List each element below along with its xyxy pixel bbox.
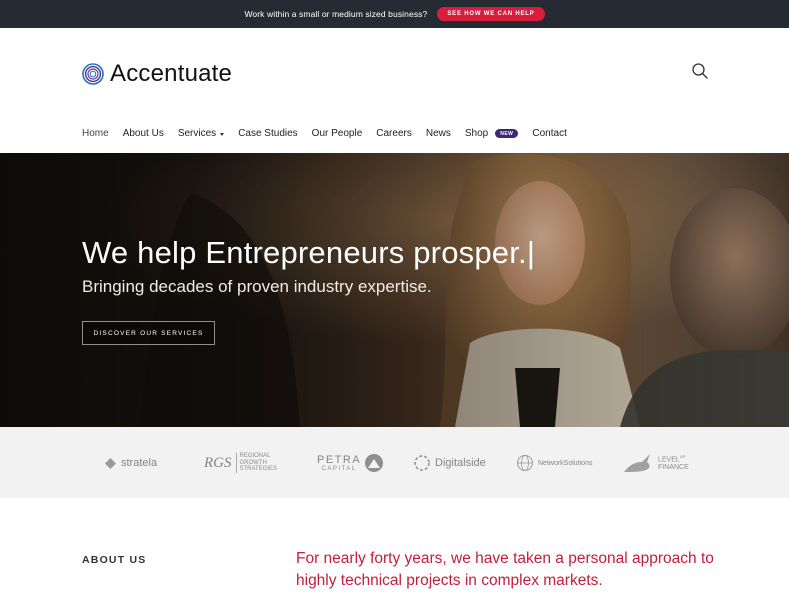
nav-item-our-people[interactable]: Our People [312, 128, 363, 139]
hero-subtitle: Bringing decades of proven industry expe… [82, 277, 432, 296]
nav-item-label: Services [177, 128, 217, 139]
globe-icon [517, 455, 533, 471]
client-name: PETRA [317, 453, 362, 466]
about-intro-text: For nearly forty years, we have taken a … [296, 550, 714, 589]
nav-item-label: Shop [464, 128, 489, 139]
nav-item-home[interactable]: Home [82, 128, 109, 139]
client-logo-rgs: RGS REGIONAL GROWTH STRATEGIES [204, 449, 277, 477]
client-tagline: REGIONAL GROWTH STRATEGIES [235, 453, 277, 473]
search-icon[interactable] [691, 62, 709, 80]
discover-our-services-button[interactable]: DISCOVER OUR SERVICES [82, 321, 215, 345]
client-name: NetworkSolutions [538, 459, 593, 467]
client-logos-strip: stratela RGS REGIONAL GROWTH STRATEGIES … [0, 427, 789, 498]
nav-item-about-us[interactable]: About Us [123, 128, 164, 139]
nav-item-label: Home [82, 128, 109, 139]
digitalside-logo-icon [414, 455, 430, 471]
nav-item-label: Contact [532, 128, 567, 139]
client-name: stratela [121, 457, 158, 469]
new-badge: NEW [495, 129, 519, 138]
brand-logo[interactable]: Accentuate [82, 60, 232, 88]
announcement-bar: Work within a small or medium sized busi… [0, 0, 789, 28]
about-section: ABOUT US For nearly forty years, we have… [0, 498, 789, 592]
nav-item-services[interactable]: Services [177, 128, 225, 139]
client-name: Digitalside [435, 457, 486, 469]
hero-title: We help Entrepreneurs prosper.| [82, 235, 536, 270]
nav-item-label: Case Studies [238, 128, 298, 139]
nav-item-label: About Us [122, 128, 164, 139]
announcement-text: Work within a small or medium sized busi… [244, 9, 428, 19]
client-logo-digitalside: Digitalside [413, 449, 486, 477]
client-tagline: CAPITAL [321, 465, 357, 472]
hero-banner: We help Entrepreneurs prosper.| Bringing… [0, 153, 789, 427]
mountain-icon [365, 454, 384, 472]
client-name: RGS [204, 454, 232, 471]
main-nav: Home About Us Services Case Studies Our … [82, 128, 581, 139]
client-tagline: FINANCE [658, 463, 689, 471]
about-heading: ABOUT US [82, 554, 147, 566]
nav-item-news[interactable]: News [426, 128, 451, 139]
client-name-sup: UP [679, 453, 686, 459]
nav-item-shop[interactable]: Shop NEW [465, 128, 519, 139]
nav-item-label: Careers [376, 128, 412, 139]
client-logo-petra: PETRA CAPITAL [317, 449, 384, 477]
nav-item-contact[interactable]: Contact [532, 128, 566, 139]
client-logo-levelup: LEVELUP FINANCE [622, 449, 689, 477]
client-logo-networksolutions: NetworkSolutions [516, 449, 592, 477]
chevron-down-icon [220, 132, 225, 136]
nav-item-label: Our People [311, 128, 363, 139]
nav-item-label: News [425, 128, 451, 139]
nav-item-case-studies[interactable]: Case Studies [238, 128, 297, 139]
bird-icon [624, 454, 650, 472]
site-header: Accentuate Home About Us Services Case S… [0, 28, 789, 153]
stratela-logo-icon [105, 457, 116, 469]
brand-name: Accentuate [110, 60, 233, 87]
client-name: LEVEL [658, 455, 680, 463]
accentuate-logo-icon [82, 63, 104, 85]
client-logo-stratela: stratela [104, 449, 157, 477]
see-how-we-can-help-button[interactable]: SEE HOW WE CAN HELP [437, 7, 545, 21]
nav-item-careers[interactable]: Careers [376, 128, 412, 139]
